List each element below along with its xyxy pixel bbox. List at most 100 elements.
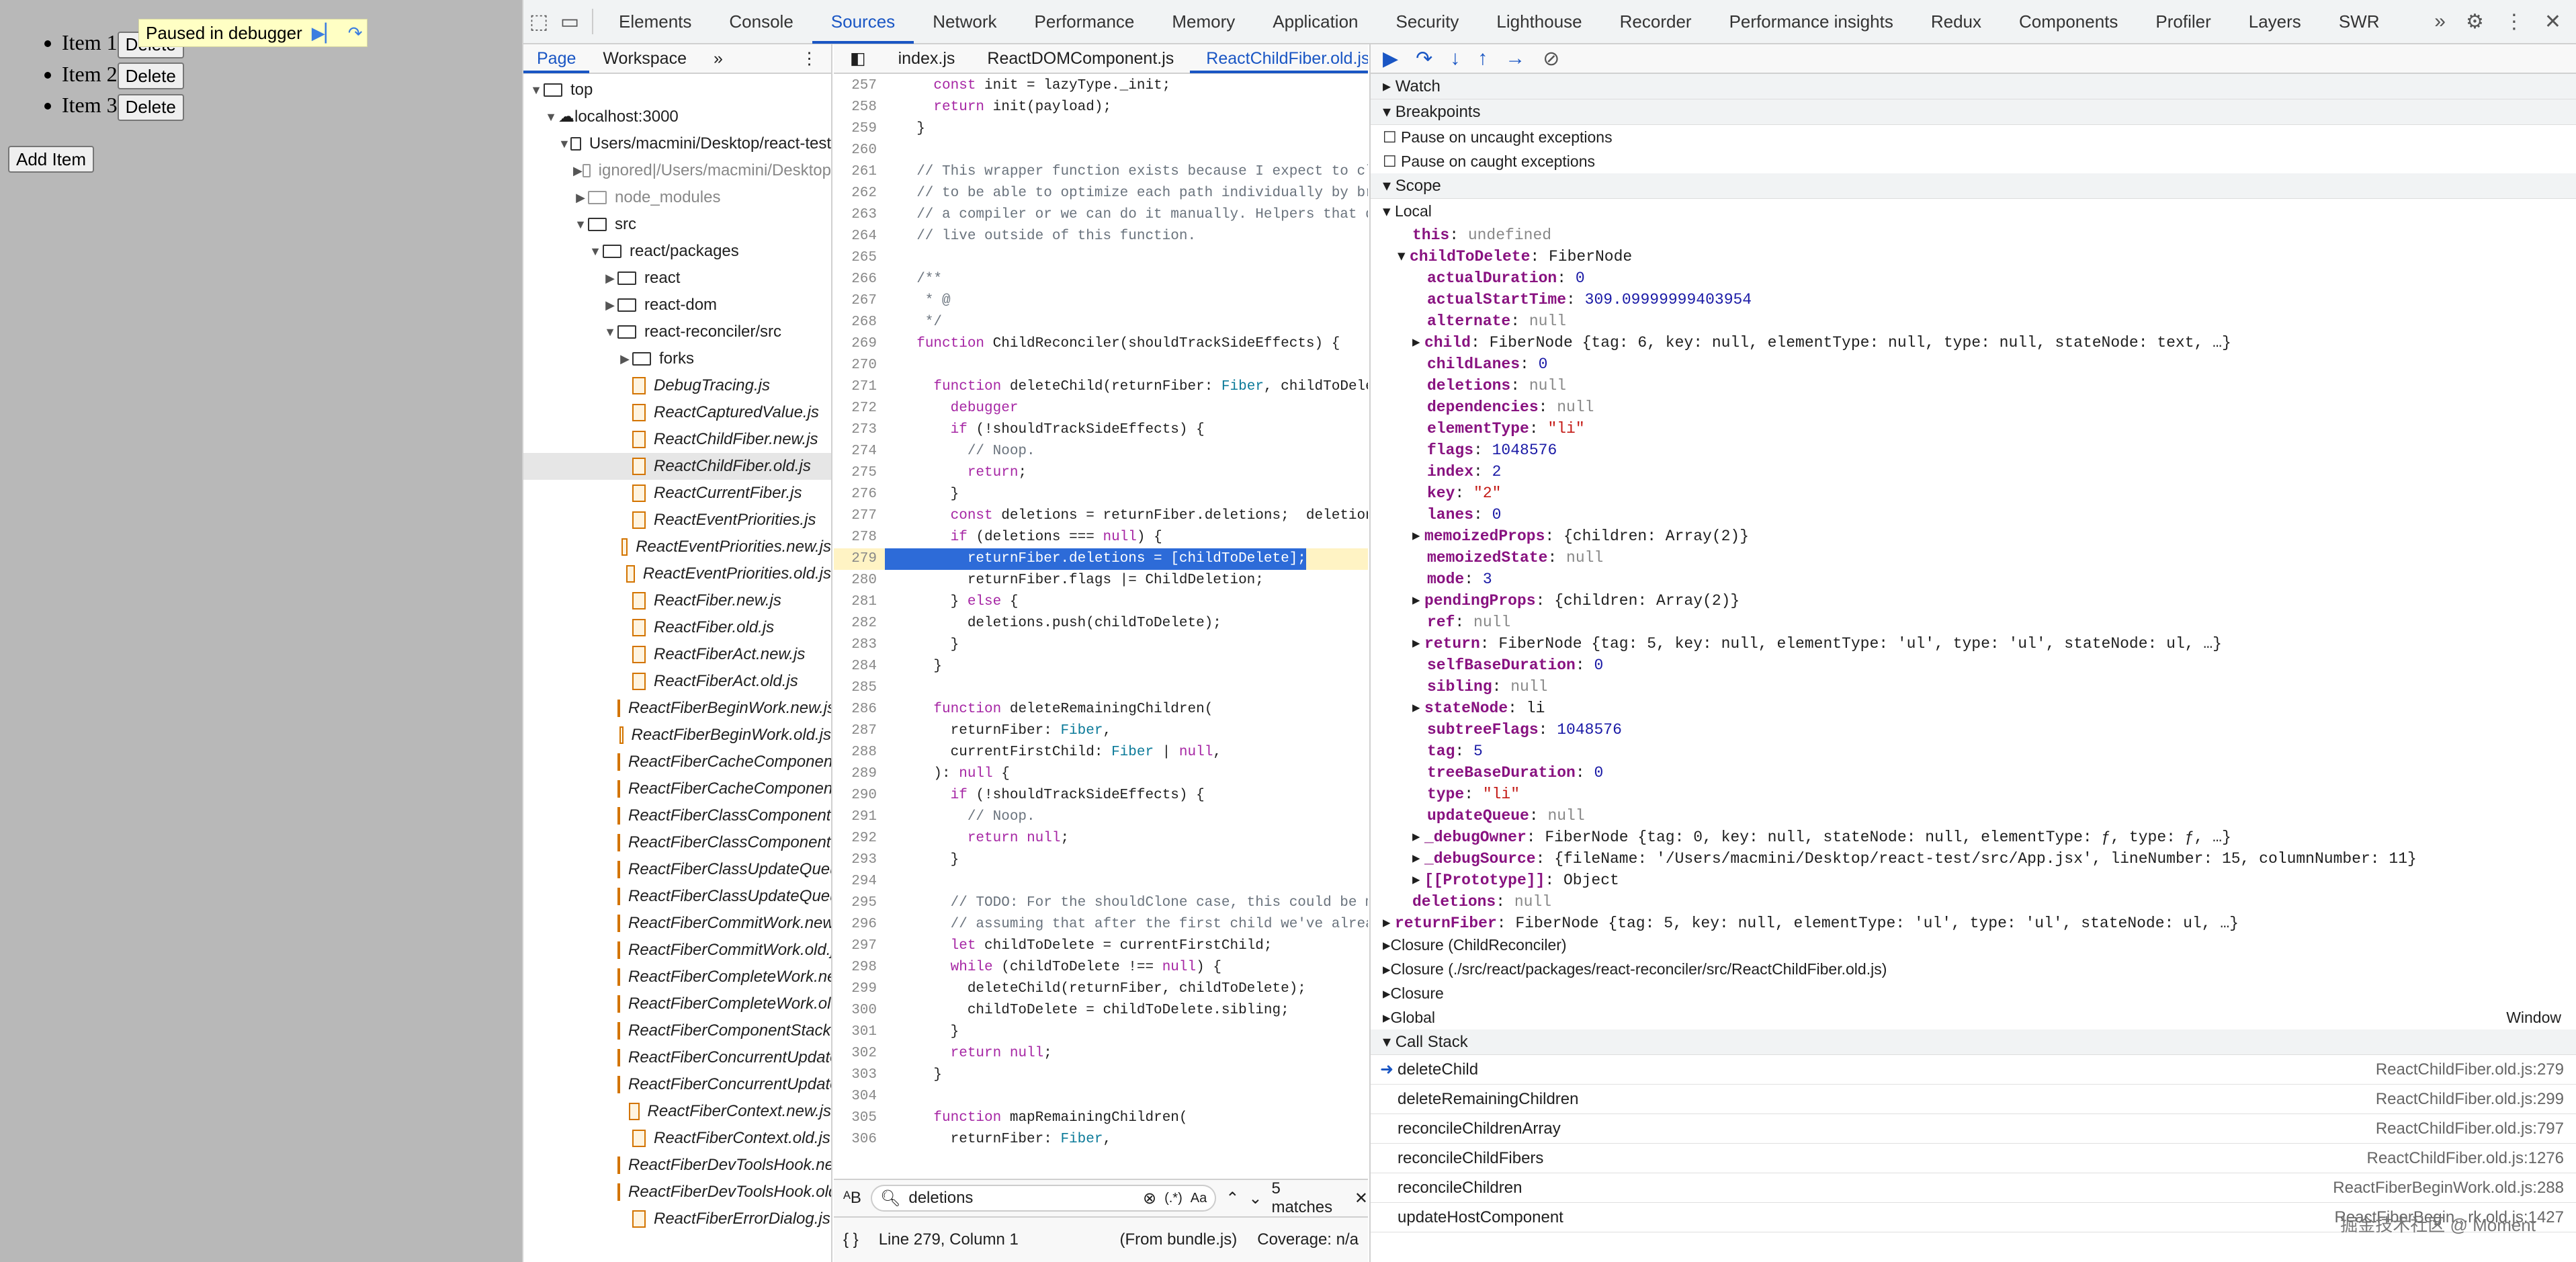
- editor-tab-reactchildfiber[interactable]: ReactChildFiber.old.js ✕: [1190, 44, 1368, 73]
- pause-caught-row[interactable]: ☐ Pause on caught exceptions: [1371, 149, 2576, 173]
- tree-item[interactable]: ReactFiber.new.js: [523, 587, 831, 614]
- frame-location[interactable]: ReactChildFiber.old.js:797: [2376, 1120, 2564, 1138]
- scope-property[interactable]: ▸ child: FiberNode {tag: 6, key: null, e…: [1371, 331, 2576, 352]
- scope-property[interactable]: ▸ _debugSource: {fileName: '/Users/macmi…: [1371, 847, 2576, 868]
- scope-property[interactable]: ▸ pendingProps: {children: Array(2)}: [1371, 589, 2576, 610]
- tree-item[interactable]: ReactFiberComponentStack.js: [523, 1017, 831, 1044]
- scope-section-header[interactable]: ▾ Scope: [1371, 173, 2576, 199]
- line-number[interactable]: 295: [834, 892, 885, 914]
- collapsed-arrow-icon[interactable]: ▶: [573, 157, 583, 184]
- tab-workspace[interactable]: Workspace: [589, 44, 700, 73]
- more-tabs-icon[interactable]: »: [2434, 10, 2446, 34]
- line-number[interactable]: 286: [834, 699, 885, 720]
- line-number[interactable]: 268: [834, 312, 885, 333]
- expanded-arrow-icon[interactable]: ▼: [603, 319, 617, 345]
- tab-application[interactable]: Application: [1254, 0, 1377, 44]
- closure-scope[interactable]: ▸ Global Window: [1371, 1005, 2576, 1029]
- tab-redux[interactable]: Redux: [1912, 0, 2000, 44]
- collapsed-arrow-icon[interactable]: ▸: [1383, 957, 1391, 981]
- line-number[interactable]: 269: [834, 333, 885, 355]
- line-number[interactable]: 270: [834, 355, 885, 376]
- inspect-element-icon[interactable]: ⬚: [523, 10, 554, 34]
- tab-console[interactable]: Console: [710, 0, 812, 44]
- tree-item[interactable]: ReactFiberCompleteWork.old.js: [523, 991, 831, 1017]
- tree-item[interactable]: ▶ react: [523, 265, 831, 292]
- tree-item[interactable]: ReactFiberCommitWork.new.js: [523, 910, 831, 937]
- line-number[interactable]: 260: [834, 140, 885, 161]
- watch-section-header[interactable]: ▸ Watch: [1371, 74, 2576, 99]
- scope-property[interactable]: ▸ returnFiber: FiberNode {tag: 5, key: n…: [1371, 911, 2576, 933]
- tree-item[interactable]: ReactFiber.old.js: [523, 614, 831, 641]
- editor-tab-reactdomcomponent[interactable]: ReactDOMComponent.js: [971, 44, 1190, 73]
- line-number[interactable]: 274: [834, 441, 885, 462]
- scope-local-header[interactable]: ▾ Local: [1371, 199, 2576, 223]
- line-number[interactable]: 296: [834, 914, 885, 935]
- line-number[interactable]: 306: [834, 1129, 885, 1150]
- tree-item[interactable]: ReactFiberCommitWork.old.js: [523, 937, 831, 964]
- expand-arrow-icon[interactable]: ▸: [1412, 333, 1424, 350]
- tab-profiler[interactable]: Profiler: [2137, 0, 2229, 44]
- tab-components[interactable]: Components: [2000, 0, 2137, 44]
- replace-toggle-icon[interactable]: ᴬB: [843, 1189, 861, 1208]
- expand-arrow-icon[interactable]: ▸: [1412, 526, 1424, 544]
- line-number[interactable]: 305: [834, 1107, 885, 1129]
- code-view[interactable]: 257 const init = lazyType._init; 258 retu…: [834, 75, 1368, 1150]
- tab-swr[interactable]: SWR: [2320, 0, 2399, 44]
- tree-item[interactable]: ReactFiberErrorDialog.js: [523, 1206, 831, 1232]
- line-number[interactable]: 300: [834, 1000, 885, 1021]
- expand-arrow-icon[interactable]: ▸: [1412, 849, 1424, 866]
- line-number[interactable]: 259: [834, 118, 885, 140]
- expand-arrow-icon[interactable]: ▸: [1383, 913, 1395, 931]
- scope-property[interactable]: ▸ memoizedProps: {children: Array(2)}: [1371, 524, 2576, 546]
- expand-arrow-icon[interactable]: ▸: [1412, 591, 1424, 608]
- expand-arrow-icon[interactable]: ▸: [1412, 634, 1424, 651]
- pretty-print-icon[interactable]: { }: [843, 1230, 859, 1249]
- line-number[interactable]: 271: [834, 376, 885, 398]
- tree-item[interactable]: DebugTracing.js: [523, 372, 831, 399]
- call-frame[interactable]: ➜ deleteChild ReactChildFiber.old.js:279: [1371, 1055, 2576, 1085]
- tree-item[interactable]: ReactFiberDevToolsHook.old.js: [523, 1179, 831, 1206]
- tree-item[interactable]: ReactCurrentFiber.js: [523, 480, 831, 507]
- step-over-icon[interactable]: ↷: [1416, 47, 1432, 71]
- line-number[interactable]: 281: [834, 591, 885, 613]
- line-number[interactable]: 293: [834, 849, 885, 871]
- tab-performance-insights[interactable]: Performance insights: [1711, 0, 1912, 44]
- frame-location[interactable]: ReactChildFiber.old.js:1276: [2367, 1149, 2565, 1168]
- tree-item[interactable]: ReactFiberAct.old.js: [523, 668, 831, 695]
- tab-memory[interactable]: Memory: [1153, 0, 1254, 44]
- tree-item[interactable]: ReactFiberClassComponent.old.js: [523, 829, 831, 856]
- previous-match-icon[interactable]: ⌃: [1226, 1189, 1239, 1208]
- tree-item[interactable]: ReactFiberCacheComponent.new.js: [523, 749, 831, 775]
- match-case-icon[interactable]: Aa: [1191, 1191, 1207, 1206]
- tree-item[interactable]: ▼ Users/macmini/Desktop/react-test: [523, 130, 831, 157]
- line-number[interactable]: 258: [834, 97, 885, 118]
- expanded-arrow-icon[interactable]: ▼: [558, 130, 570, 157]
- checkbox[interactable]: ☐: [1383, 128, 1397, 146]
- tree-item[interactable]: ▶ forks: [523, 345, 831, 372]
- tree-item[interactable]: ReactFiberClassUpdateQueue.old.js: [523, 883, 831, 910]
- tree-item[interactable]: ReactFiberConcurrentUpdates.old.js: [523, 1071, 831, 1098]
- breakpoints-section-header[interactable]: ▾ Breakpoints: [1371, 99, 2576, 125]
- delete-button[interactable]: Delete: [117, 62, 184, 90]
- more-options-icon[interactable]: ⋮: [2504, 10, 2524, 34]
- toggle-navigator-icon[interactable]: ◧: [834, 44, 882, 73]
- tree-item[interactable]: ▼ src: [523, 211, 831, 238]
- line-number[interactable]: 290: [834, 785, 885, 806]
- expanded-arrow-icon[interactable]: ▼: [529, 77, 544, 103]
- line-number[interactable]: 267: [834, 290, 885, 312]
- step-out-icon[interactable]: ↑: [1477, 47, 1488, 70]
- collapsed-arrow-icon[interactable]: ▸: [1383, 1005, 1391, 1029]
- checkbox[interactable]: ☐: [1383, 153, 1397, 170]
- tree-item[interactable]: ReactChildFiber.old.js: [523, 453, 831, 480]
- line-number[interactable]: 298: [834, 957, 885, 978]
- line-number[interactable]: 303: [834, 1064, 885, 1086]
- tree-item[interactable]: ReactFiberContext.old.js: [523, 1125, 831, 1152]
- tab-recorder[interactable]: Recorder: [1601, 0, 1711, 44]
- deactivate-breakpoints-icon[interactable]: ⊘: [1543, 47, 1559, 71]
- more-navigator-tabs-icon[interactable]: »: [700, 44, 736, 73]
- tab-performance[interactable]: Performance: [1016, 0, 1154, 44]
- line-number[interactable]: 276: [834, 484, 885, 505]
- collapsed-arrow-icon[interactable]: ▸: [1383, 933, 1391, 957]
- tree-item[interactable]: ReactFiberCacheComponent.old.js: [523, 775, 831, 802]
- tree-item[interactable]: ▼ top: [523, 77, 831, 103]
